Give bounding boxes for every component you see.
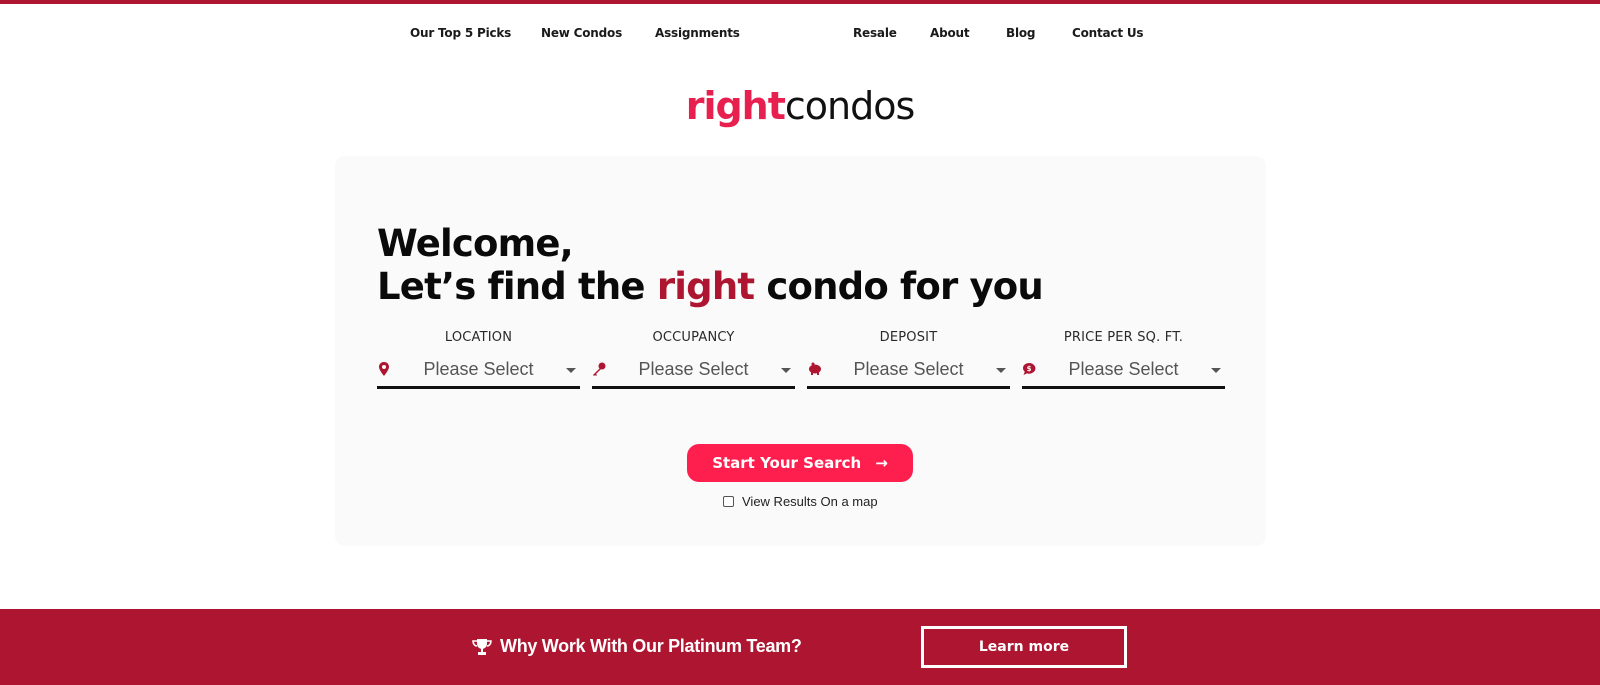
logo-condos: condos	[784, 84, 915, 128]
select-value: Please Select	[638, 359, 749, 379]
filter-label: PRICE PER SQ. FT.	[1063, 330, 1184, 345]
hero-line-2-pre: Let’s find the	[377, 265, 657, 308]
filter-occupancy: OCCUPANCY Please Select	[592, 330, 795, 389]
platinum-team-banner: Why Work With Our Platinum Team? Learn m…	[0, 609, 1600, 685]
filter-deposit: DEPOSIT Please Select	[807, 330, 1010, 389]
hero-heading: Welcome, Let’s find the right condo for …	[377, 222, 1044, 308]
nav-item-top-picks[interactable]: Our Top 5 Picks	[410, 26, 511, 40]
top-accent-bar	[0, 0, 1600, 4]
nav-item-contact[interactable]: Contact Us	[1072, 26, 1144, 40]
caret-down-icon	[996, 368, 1006, 373]
select-value: Please Select	[1068, 359, 1179, 379]
hero-accent-word: right	[656, 265, 755, 308]
nav-item-about[interactable]: About	[930, 26, 970, 40]
deposit-select[interactable]: Please Select	[807, 357, 1010, 389]
location-select[interactable]: Please Select	[377, 357, 580, 389]
select-value: Please Select	[853, 359, 964, 379]
price-select[interactable]: $ Please Select	[1022, 357, 1225, 389]
start-search-button[interactable]: Start Your Search →	[687, 444, 913, 482]
trophy-icon	[472, 638, 492, 655]
nav-item-assignments[interactable]: Assignments	[655, 26, 740, 40]
filter-label: LOCATION	[444, 330, 513, 345]
banner-text: Why Work With Our Platinum Team?	[472, 636, 802, 657]
view-on-map-checkbox[interactable]	[723, 496, 734, 507]
hero-line-2: Let’s find the right condo for you	[377, 265, 1044, 308]
caret-down-icon	[1211, 368, 1221, 373]
logo-right: right	[685, 84, 786, 128]
nav-item-blog[interactable]: Blog	[1006, 26, 1035, 40]
banner-title: Why Work With Our Platinum Team?	[500, 636, 802, 656]
view-on-map-option[interactable]: View Results On a map	[723, 494, 878, 509]
filter-label: OCCUPANCY	[652, 330, 735, 345]
caret-down-icon	[781, 368, 791, 373]
select-value: Please Select	[423, 359, 534, 379]
learn-more-button[interactable]: Learn more	[921, 626, 1127, 668]
arrow-right-icon: →	[875, 454, 888, 472]
main-nav: Our Top 5 Picks New Condos Assignments R…	[0, 26, 1600, 46]
occupancy-select[interactable]: Please Select	[592, 357, 795, 389]
filter-location: LOCATION Please Select	[377, 330, 580, 389]
filter-price-per-sqft: PRICE PER SQ. FT. $ Please Select	[1022, 330, 1225, 389]
start-search-label: Start Your Search	[712, 454, 862, 472]
site-logo[interactable]: rightcondos	[0, 84, 1600, 128]
filter-label: DEPOSIT	[879, 330, 938, 345]
nav-item-new-condos[interactable]: New Condos	[541, 26, 622, 40]
hero-line-1: Welcome,	[377, 222, 574, 265]
view-on-map-label: View Results On a map	[742, 494, 878, 509]
nav-item-resale[interactable]: Resale	[853, 26, 897, 40]
caret-down-icon	[566, 368, 576, 373]
hero-line-2-post: condo for you	[754, 265, 1043, 308]
